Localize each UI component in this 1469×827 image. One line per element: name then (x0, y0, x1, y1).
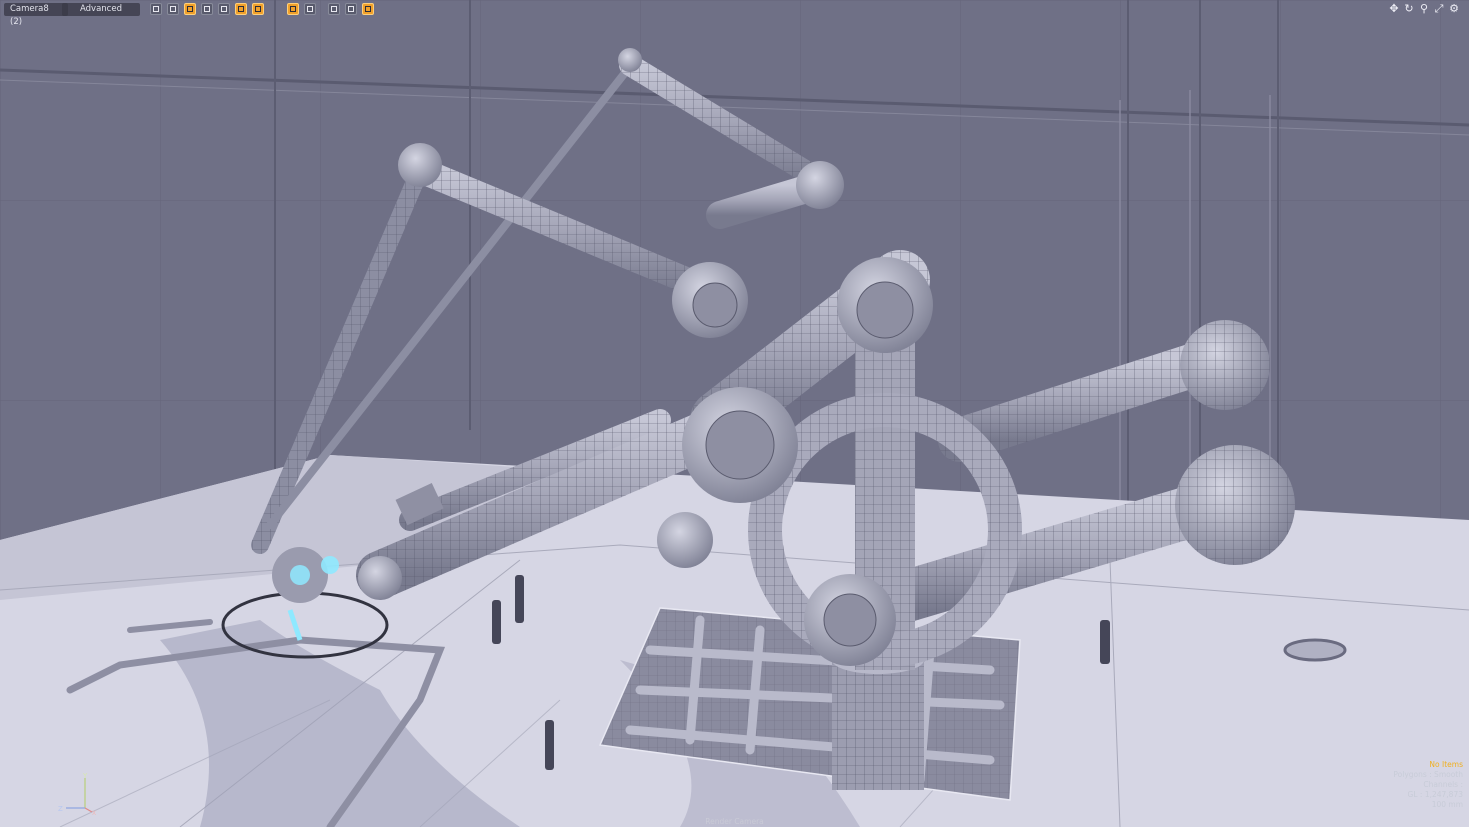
camera-frame-icon[interactable] (328, 3, 340, 15)
wire-shaded-icon[interactable] (201, 3, 213, 15)
axis-z-label: Z (58, 805, 63, 813)
shaded-icon[interactable] (184, 3, 196, 15)
hud-focal-length: 100 mm (1431, 800, 1463, 809)
hud-polygons: Polygons : Smooth (1393, 770, 1463, 779)
checker-grid-icon[interactable] (150, 3, 162, 15)
settings-icon[interactable]: ⚙ (1448, 3, 1460, 15)
scene-render (0, 0, 1469, 827)
render-camera-label: Render Camera (705, 817, 764, 826)
hud-channels: Channels : (1423, 780, 1463, 789)
light-b-icon[interactable] (252, 3, 264, 15)
film-icon[interactable] (362, 3, 374, 15)
fit-view-icon[interactable]: ⤢ (1433, 3, 1445, 15)
shading-preset-tab[interactable]: Advanced (62, 3, 140, 16)
viewport-toolbar: Camera8 (2) Advanced ✥ ↻ ⚲ ⤢ ⚙ (0, 0, 1469, 27)
light-a-icon[interactable] (235, 3, 247, 15)
axis-y-label: Y (82, 772, 88, 780)
stripe-icon[interactable] (304, 3, 316, 15)
eye-icon[interactable] (345, 3, 357, 15)
hud-gl-count: GL : 1,247,873 (1407, 790, 1463, 799)
axis-x-label: X (92, 810, 96, 815)
hud-selection: No Items (1429, 760, 1463, 769)
wire-grid-icon[interactable] (167, 3, 179, 15)
rotate-view-icon[interactable]: ↻ (1403, 3, 1415, 15)
camera-select-tab[interactable]: Camera8 (2) (4, 3, 68, 27)
move-view-icon[interactable]: ✥ (1388, 3, 1400, 15)
zoom-view-icon[interactable]: ⚲ (1418, 3, 1430, 15)
textured-icon[interactable] (218, 3, 230, 15)
safe-frame-icon[interactable] (287, 3, 299, 15)
axis-gizmo: Y Z X (58, 772, 96, 815)
viewport-info-hud: No Items Polygons : Smooth Channels : GL… (1393, 760, 1463, 810)
3d-viewport[interactable]: Camera8 (2) Advanced ✥ ↻ ⚲ ⤢ ⚙ Y Z X No … (0, 0, 1469, 827)
